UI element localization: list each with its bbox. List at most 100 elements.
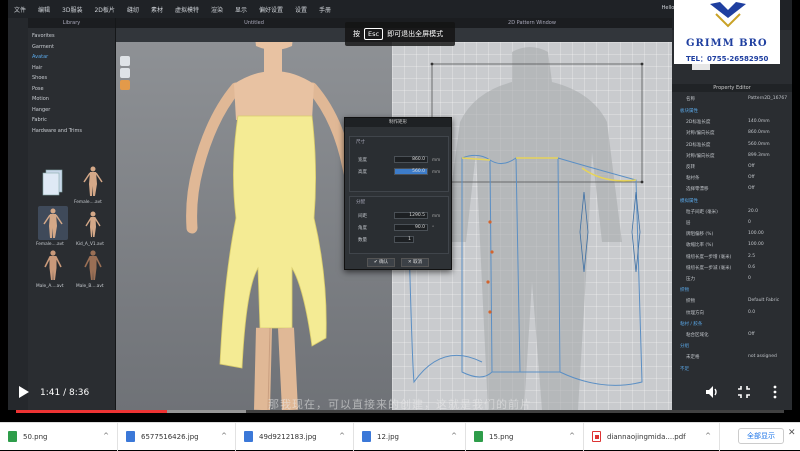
property-section-header[interactable]: 不足	[680, 366, 790, 374]
play-icon[interactable]	[16, 384, 30, 400]
menu-3d-garment[interactable]: 3D服装	[56, 5, 88, 14]
property-value[interactable]: 899.3mm	[748, 153, 770, 158]
download-item[interactable]: 50.png ^	[0, 422, 118, 451]
property-value[interactable]: Off	[748, 175, 755, 180]
count-input[interactable]: 1	[394, 236, 414, 243]
property-row: 2D标准长度 560.0mm	[680, 142, 790, 150]
library-category-avatar[interactable]: Avatar	[32, 52, 111, 63]
property-key: 粒子间距 (毫米)	[686, 209, 718, 215]
chevron-up-icon[interactable]: ^	[339, 432, 345, 440]
property-value[interactable]: 0.0	[748, 310, 755, 315]
avatar-thumbnail-kid[interactable]	[78, 206, 108, 240]
library-category-hardware[interactable]: Hardware and Trims	[32, 126, 111, 137]
property-value[interactable]: Off	[748, 186, 755, 191]
height-input[interactable]: 560.0	[394, 168, 428, 175]
property-value[interactable]: 860.0mm	[748, 130, 770, 135]
property-value[interactable]: Default Fabric	[748, 298, 779, 303]
avatar-thumbnail-male-b[interactable]	[78, 248, 108, 282]
spacing-input[interactable]: 1290.5	[394, 212, 428, 219]
ok-check-icon: ✔	[373, 260, 378, 265]
property-value[interactable]: not assigned	[748, 354, 777, 359]
library-category-shoes[interactable]: Shoes	[32, 73, 111, 84]
menu-settings[interactable]: 设置	[289, 5, 313, 14]
view-mode-icon[interactable]	[120, 56, 130, 66]
volume-icon[interactable]	[704, 384, 720, 400]
property-key: 收缩比率 (%)	[686, 243, 714, 249]
library-category-motion[interactable]: Motion	[32, 94, 111, 105]
chevron-up-icon[interactable]: ^	[451, 432, 457, 440]
library-category-garment[interactable]: Garment	[32, 42, 111, 53]
female-avatar-icon	[43, 208, 63, 238]
esc-hint-suffix: 即可退出全屏模式	[387, 30, 444, 38]
camera-icon[interactable]	[120, 68, 130, 78]
property-value[interactable]: 0	[748, 276, 751, 281]
library-category-fabric[interactable]: Fabric	[32, 115, 111, 126]
property-section-header[interactable]: 织物	[680, 287, 790, 295]
more-options-icon[interactable]	[770, 384, 780, 400]
avatar-thumbnail-female-2[interactable]	[38, 206, 68, 240]
download-item[interactable]: 6577516426.jpg ^	[118, 422, 236, 451]
cancel-x-icon: ✕	[407, 260, 412, 265]
chevron-up-icon[interactable]: ^	[221, 432, 227, 440]
show-all-downloads-button[interactable]: 全部显示	[738, 428, 784, 444]
menu-avatar[interactable]: 虚拟模特	[169, 5, 205, 14]
library-category-pose[interactable]: Pose	[32, 84, 111, 95]
property-name-value[interactable]: Pattern2D_16767	[748, 96, 787, 101]
menu-edit[interactable]: 编辑	[32, 5, 56, 14]
download-item[interactable]: diannaojingmida....pdf ^	[584, 422, 720, 451]
property-value[interactable]: Off	[748, 164, 755, 169]
height-unit: mm	[432, 169, 441, 174]
menu-manual[interactable]: 手册	[313, 5, 337, 14]
property-section-header[interactable]: 粘衬 / 胶条	[680, 321, 790, 329]
menu-display[interactable]: 显示	[229, 5, 253, 14]
property-value[interactable]: 2.5	[748, 254, 755, 259]
menu-2d-pattern[interactable]: 2D板片	[88, 5, 120, 14]
chevron-up-icon[interactable]: ^	[705, 432, 711, 440]
chevron-up-icon[interactable]: ^	[569, 432, 575, 440]
video-progress-bar[interactable]	[16, 410, 784, 413]
library-category-favorites[interactable]: Favorites	[32, 31, 111, 42]
property-value[interactable]: 100.00	[748, 231, 764, 236]
property-section-header[interactable]: 分组	[680, 343, 790, 351]
menu-materials[interactable]: 素材	[145, 5, 169, 14]
property-value[interactable]: 0.6	[748, 265, 755, 270]
download-item[interactable]: 49d9212183.jpg ^	[236, 422, 354, 451]
close-download-shelf-icon[interactable]: ✕	[788, 428, 796, 438]
chevron-up-icon[interactable]: ^	[103, 432, 109, 440]
logo-name: GRIMM BRO	[686, 38, 768, 49]
menu-sewing[interactable]: 缝纫	[121, 5, 145, 14]
library-category-hanger[interactable]: Hanger	[32, 105, 111, 116]
property-value[interactable]: Off	[748, 332, 755, 337]
video-frame[interactable]: 文件 编辑 3D服装 2D板片 缝纫 素材 虚拟模特 渲染 显示 偏好设置 设置…	[0, 0, 800, 422]
spacing-unit: mm	[432, 213, 441, 218]
menu-render[interactable]: 渲染	[205, 5, 229, 14]
property-key: 模拟属性	[680, 198, 698, 204]
avatar-display-icon[interactable]	[120, 80, 130, 90]
library-title: Library	[28, 18, 115, 28]
download-item[interactable]: 15.png ^	[466, 422, 584, 451]
property-value[interactable]: 560.0mm	[748, 142, 770, 147]
property-section-header[interactable]: 模拟属性	[680, 198, 790, 206]
download-filename: 50.png	[23, 432, 48, 441]
property-value[interactable]: 100.00	[748, 242, 764, 247]
property-value[interactable]: 0	[748, 220, 751, 225]
fullscreen-exit-icon[interactable]	[736, 384, 752, 400]
property-row: 粘衬条 Off	[680, 175, 790, 183]
property-value[interactable]: 140.0mm	[748, 119, 770, 124]
library-category-hair[interactable]: Hair	[32, 63, 111, 74]
ok-button[interactable]: ✔ 确认	[367, 258, 395, 267]
cancel-button[interactable]: ✕ 取消	[401, 258, 429, 267]
avatar-thumbnail-male-a[interactable]	[38, 248, 68, 282]
width-input[interactable]: 860.0	[394, 156, 428, 163]
folder-thumbnail[interactable]	[38, 164, 68, 198]
ok-label: 确认	[379, 260, 389, 265]
download-filename: diannaojingmida....pdf	[607, 432, 686, 441]
property-row: 织物 Default Fabric	[680, 298, 790, 306]
property-section-header[interactable]: 板块属性	[680, 108, 790, 116]
menu-file[interactable]: 文件	[8, 5, 32, 14]
menu-preferences[interactable]: 偏好设置	[253, 5, 289, 14]
property-value[interactable]: 20.0	[748, 209, 758, 214]
avatar-thumbnail-female-1[interactable]	[78, 164, 108, 198]
download-item[interactable]: 12.jpg ^	[354, 422, 466, 451]
angle-input[interactable]: 90.0	[394, 224, 428, 231]
